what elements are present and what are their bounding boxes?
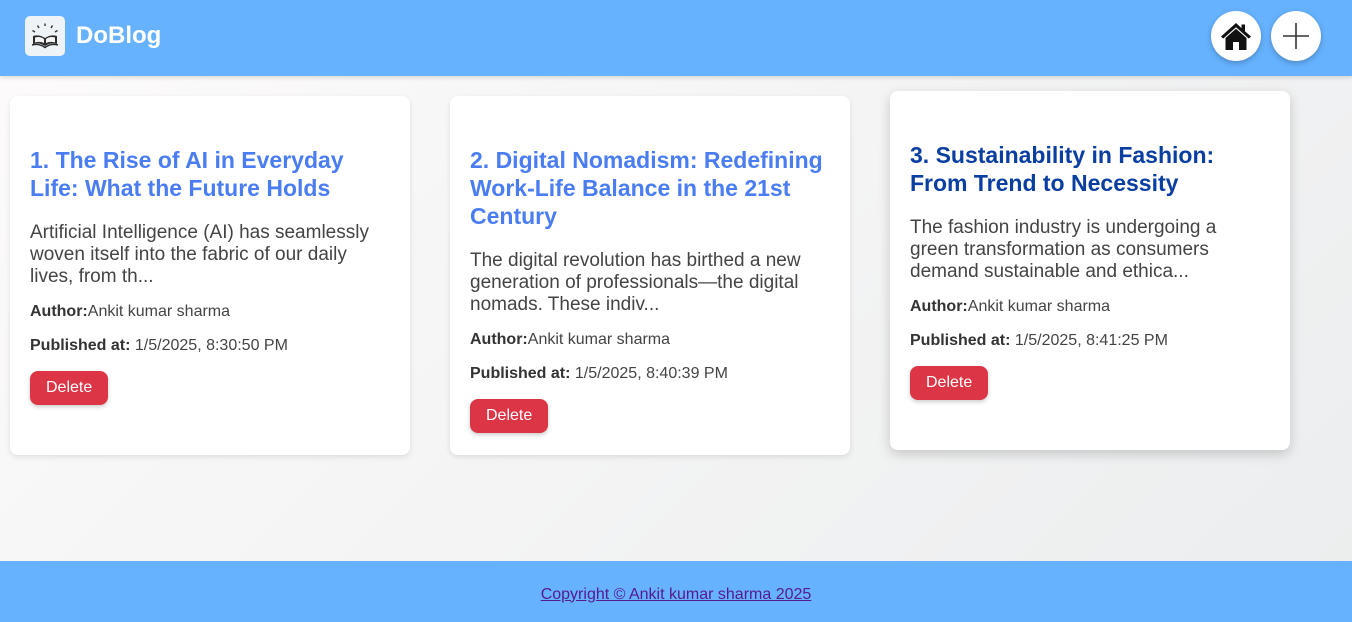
author-name: Ankit kumar sharma <box>527 331 671 348</box>
published-label: Published at: <box>910 332 1011 349</box>
published-date: 1/5/2025, 8:41:25 PM <box>1014 332 1168 349</box>
published-date: 1/5/2025, 8:30:50 PM <box>134 337 288 354</box>
home-button[interactable] <box>1211 11 1261 61</box>
home-icon <box>1221 23 1251 50</box>
author-name: Ankit kumar sharma <box>87 303 231 320</box>
post-excerpt: The digital revolution has birthed a new… <box>470 250 801 315</box>
footer: Copyright © Ankit kumar sharma 2025 <box>0 561 1352 622</box>
delete-button[interactable]: Delete <box>910 366 989 400</box>
post-excerpt: Artificial Intelligence (AI) has seamles… <box>30 222 369 287</box>
post-title[interactable]: 1. The Rise of AI in Everyday Life: What… <box>30 146 390 202</box>
delete-button[interactable]: Delete <box>470 399 549 433</box>
post-published: Published at: 1/5/2025, 8:40:39 PM <box>470 364 830 384</box>
post-title[interactable]: 2. Digital Nomadism: Redefining Work-Lif… <box>470 146 830 230</box>
post-published: Published at: 1/5/2025, 8:30:50 PM <box>30 336 390 356</box>
post-published: Published at: 1/5/2025, 8:41:25 PM <box>910 331 1270 351</box>
post-card: 1. The Rise of AI in Everyday Life: What… <box>10 96 410 455</box>
post-excerpt: The fashion industry is undergoing a gre… <box>910 217 1217 282</box>
published-label: Published at: <box>470 365 571 382</box>
author-label: Author: <box>910 298 968 315</box>
post-author: Author:Ankit kumar sharma <box>30 302 390 322</box>
post-card: 2. Digital Nomadism: Redefining Work-Lif… <box>450 96 850 455</box>
open-book-logo-icon[interactable] <box>25 16 65 56</box>
published-date: 1/5/2025, 8:40:39 PM <box>574 365 728 382</box>
post-author: Author:Ankit kumar sharma <box>910 297 1270 317</box>
post-title[interactable]: 3. Sustainability in Fashion: From Trend… <box>910 141 1270 197</box>
copyright-link[interactable]: Copyright © Ankit kumar sharma 2025 <box>541 586 812 604</box>
post-author: Author:Ankit kumar sharma <box>470 330 830 350</box>
author-label: Author: <box>470 331 528 348</box>
author-name: Ankit kumar sharma <box>967 298 1111 315</box>
brand-title[interactable]: DoBlog <box>76 22 161 50</box>
add-post-button[interactable] <box>1271 11 1321 61</box>
published-label: Published at: <box>30 337 131 354</box>
author-label: Author: <box>30 303 88 320</box>
post-card: 3. Sustainability in Fashion: From Trend… <box>890 91 1290 450</box>
plus-icon <box>1283 23 1309 49</box>
delete-button[interactable]: Delete <box>30 371 109 405</box>
top-navbar: DoBlog <box>0 0 1352 76</box>
